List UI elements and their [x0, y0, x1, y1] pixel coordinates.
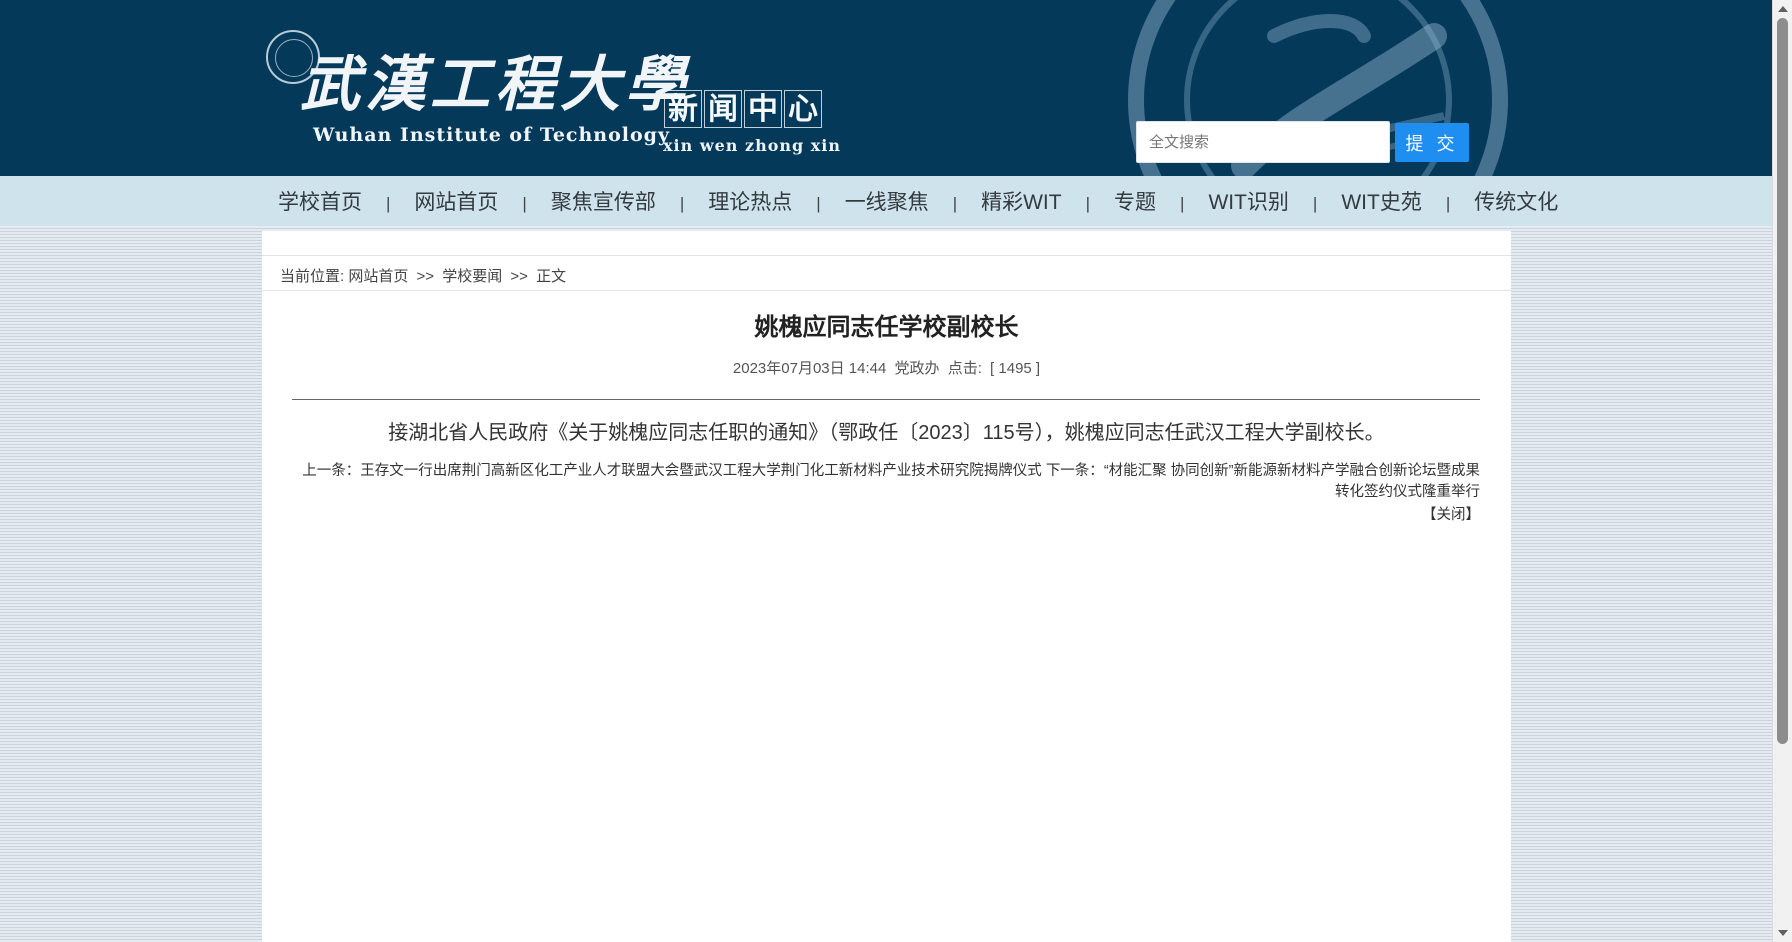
site-name-char: 闻	[704, 90, 742, 128]
breadcrumb-prefix: 当前位置:	[280, 268, 345, 285]
nav-separator: |	[1312, 194, 1318, 213]
article-source: 党政办	[894, 360, 940, 377]
nav-item-school-home[interactable]: 学校首页	[262, 186, 378, 216]
site-name-char: 心	[784, 90, 822, 128]
nav-separator: |	[1180, 194, 1185, 213]
nav-item-frontline-focus[interactable]: 一线聚焦	[829, 186, 945, 216]
prev-article-link[interactable]: 王存文一行出席荆门高新区化工产业人才联盟大会暨武汉工程大学荆门化工新材料产业技术…	[360, 463, 1042, 479]
breadcrumb: 当前位置: 网站首页 >> 学校要闻 >> 正文	[280, 265, 566, 286]
nav-separator: |	[1085, 194, 1091, 213]
breadcrumb-current: 正文	[536, 268, 567, 285]
divider	[292, 399, 1480, 400]
nav-separator: |	[522, 194, 527, 213]
nav-item-site-home[interactable]: 网站首页	[398, 186, 514, 216]
main-navigation: 学校首页 | 网站首页 | 聚焦宣传部 | 理论热点 | 一线聚焦 | 精彩WI…	[0, 176, 1772, 226]
site-header: 武漢工程大學 Wuhan Institute of Technology 新 闻…	[0, 0, 1772, 176]
article-title: 姚槐应同志任学校副校长	[754, 314, 1019, 341]
article-clicks-value: [ 1495 ]	[990, 360, 1041, 377]
scroll-down-arrow-icon[interactable]	[1778, 930, 1788, 936]
article-container: 当前位置: 网站首页 >> 学校要闻 >> 正文 姚槐应同志任学校副校长 202…	[262, 231, 1511, 942]
article-body: 接湖北省人民政府《关于姚槐应同志任职的通知》（鄂政任〔2023〕115号），姚槐…	[388, 422, 1385, 444]
university-logo-chinese: 武漢工程大學	[300, 50, 690, 120]
article-datetime: 2023年07月03日 14:44	[732, 360, 887, 377]
site-name-pinyin: xin wen zhong xin	[663, 136, 842, 155]
divider	[262, 290, 1511, 291]
nav-separator: |	[1445, 194, 1451, 213]
breadcrumb-separator: >>	[416, 268, 435, 285]
site-name-news-center: 新 闻 中 心	[664, 90, 824, 128]
search-submit-button[interactable]: 提 交	[1395, 123, 1469, 162]
nav-item-theory-hotspots[interactable]: 理论热点	[692, 186, 808, 216]
divider	[262, 255, 1511, 256]
nav-separator: |	[816, 194, 821, 213]
breadcrumb-link-site-home[interactable]: 网站首页	[348, 268, 408, 285]
site-name-char: 新	[664, 90, 702, 128]
next-article-label: 下一条：	[1045, 463, 1104, 479]
nav-separator: |	[386, 194, 391, 213]
close-button[interactable]: 【关闭】	[1422, 503, 1480, 524]
nav-item-special-topics[interactable]: 专题	[1098, 186, 1172, 216]
site-name-char: 中	[744, 90, 782, 128]
nav-item-publicity-dept[interactable]: 聚焦宣传部	[535, 186, 672, 216]
article-clicks-label: 点击:	[947, 360, 982, 377]
nav-separator: |	[679, 194, 685, 213]
nav-item-wit-history[interactable]: WIT史苑	[1325, 186, 1437, 216]
scrollbar-thumb[interactable]	[1777, 18, 1788, 744]
nav-item-wonderful-wit[interactable]: 精彩WIT	[965, 186, 1077, 216]
article-meta: 2023年07月03日 14:44 党政办 点击: [ 1495 ]	[262, 357, 1511, 378]
next-article-link[interactable]: “材能汇聚 协同创新”新能源新材料产学融合创新论坛暨成果转化签约仪式隆重举行	[1104, 463, 1480, 500]
prev-article-label: 上一条：	[302, 463, 361, 479]
nav-item-wit-identity[interactable]: WIT识别	[1192, 186, 1304, 216]
nav-item-traditional-culture[interactable]: 传统文化	[1458, 186, 1574, 216]
nav-list: 学校首页 | 网站首页 | 聚焦宣传部 | 理论热点 | 一线聚焦 | 精彩WI…	[262, 176, 1574, 226]
nav-separator: |	[952, 194, 958, 213]
article-prev-next: 上一条：王存文一行出席荆门高新区化工产业人才联盟大会暨武汉工程大学荆门化工新材料…	[298, 461, 1480, 503]
breadcrumb-separator: >>	[510, 268, 528, 285]
vertical-scrollbar[interactable]	[1772, 0, 1792, 942]
scroll-up-arrow-icon[interactable]	[1778, 6, 1788, 12]
search-input[interactable]	[1136, 121, 1390, 163]
breadcrumb-link-school-news[interactable]: 学校要闻	[442, 268, 502, 285]
university-logo-english: Wuhan Institute of Technology	[313, 124, 670, 146]
